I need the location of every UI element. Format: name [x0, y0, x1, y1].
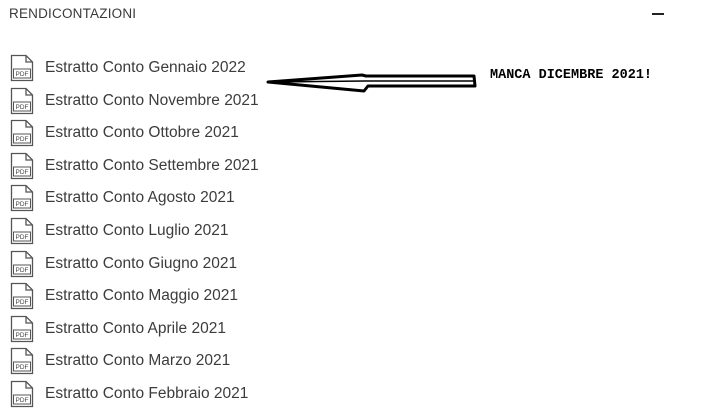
document-item[interactable]: PDF Estratto Conto Maggio 2021 — [0, 280, 420, 313]
document-item[interactable]: PDF Estratto Conto Marzo 2021 — [0, 345, 420, 378]
svg-text:PDF: PDF — [16, 332, 29, 339]
pdf-file-icon: PDF — [10, 348, 34, 375]
pdf-file-icon: PDF — [10, 152, 34, 179]
svg-text:PDF: PDF — [16, 365, 29, 372]
document-list: PDF Estratto Conto Gennaio 2022 PDF Estr… — [0, 52, 420, 411]
pdf-file-icon: PDF — [10, 120, 34, 147]
minus-icon — [652, 13, 664, 15]
section-title: RENDICONTAZIONI — [9, 6, 137, 21]
document-item[interactable]: PDF Estratto Conto Novembre 2021 — [0, 85, 420, 118]
document-item[interactable]: PDF Estratto Conto Gennaio 2022 — [0, 52, 420, 85]
svg-text:PDF: PDF — [16, 299, 29, 306]
document-link[interactable]: Estratto Conto Gennaio 2022 — [45, 59, 246, 77]
svg-text:PDF: PDF — [16, 104, 29, 111]
document-link[interactable]: Estratto Conto Agosto 2021 — [45, 189, 235, 207]
annotation-note: MANCA DICEMBRE 2021! — [490, 68, 653, 83]
section-header[interactable]: RENDICONTAZIONI — [0, 0, 702, 30]
pdf-file-icon: PDF — [10, 283, 34, 310]
document-link[interactable]: Estratto Conto Novembre 2021 — [45, 92, 259, 110]
collapse-button[interactable] — [646, 4, 670, 24]
svg-text:PDF: PDF — [16, 234, 29, 241]
pdf-file-icon: PDF — [10, 217, 34, 245]
document-item[interactable]: PDF Estratto Conto Giugno 2021 — [0, 248, 420, 281]
svg-text:PDF: PDF — [16, 397, 29, 404]
document-link[interactable]: Estratto Conto Giugno 2021 — [45, 255, 237, 273]
svg-text:PDF: PDF — [16, 267, 29, 274]
document-link[interactable]: Estratto Conto Settembre 2021 — [45, 157, 259, 175]
pdf-file-icon: PDF — [10, 185, 34, 212]
document-link[interactable]: Estratto Conto Maggio 2021 — [45, 287, 238, 305]
document-item[interactable]: PDF Estratto Conto Settembre 2021 — [0, 150, 420, 183]
document-item[interactable]: PDF Estratto Conto Aprile 2021 — [0, 313, 420, 346]
pdf-file-icon: PDF — [10, 380, 34, 408]
svg-text:PDF: PDF — [16, 169, 29, 176]
pdf-file-icon: PDF — [10, 54, 34, 82]
document-link[interactable]: Estratto Conto Marzo 2021 — [45, 352, 230, 370]
pdf-file-icon: PDF — [10, 250, 34, 277]
document-item[interactable]: PDF Estratto Conto Ottobre 2021 — [0, 117, 420, 150]
document-link[interactable]: Estratto Conto Febbraio 2021 — [45, 385, 248, 403]
pdf-file-icon: PDF — [10, 87, 34, 114]
svg-text:PDF: PDF — [16, 71, 29, 78]
document-link[interactable]: Estratto Conto Aprile 2021 — [45, 320, 226, 338]
document-link[interactable]: Estratto Conto Luglio 2021 — [45, 222, 229, 240]
pdf-file-icon: PDF — [10, 315, 34, 342]
document-link[interactable]: Estratto Conto Ottobre 2021 — [45, 124, 239, 142]
svg-text:PDF: PDF — [16, 136, 29, 143]
document-item[interactable]: PDF Estratto Conto Agosto 2021 — [0, 182, 420, 215]
svg-text:PDF: PDF — [16, 202, 29, 209]
document-item[interactable]: PDF Estratto Conto Luglio 2021 — [0, 215, 420, 248]
document-item[interactable]: PDF Estratto Conto Febbraio 2021 — [0, 378, 420, 411]
